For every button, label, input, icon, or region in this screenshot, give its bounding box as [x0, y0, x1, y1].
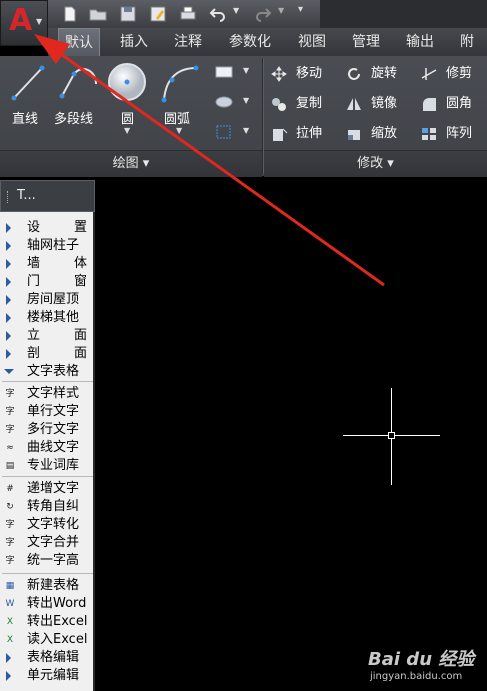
watermark: Bai du 经验 jingyan.baidu.com [368, 645, 484, 687]
annotation-arrow [34, 34, 385, 287]
watermark-brand: Bai du 经验 [368, 649, 475, 670]
watermark-url: jingyan.baidu.com [370, 671, 463, 682]
